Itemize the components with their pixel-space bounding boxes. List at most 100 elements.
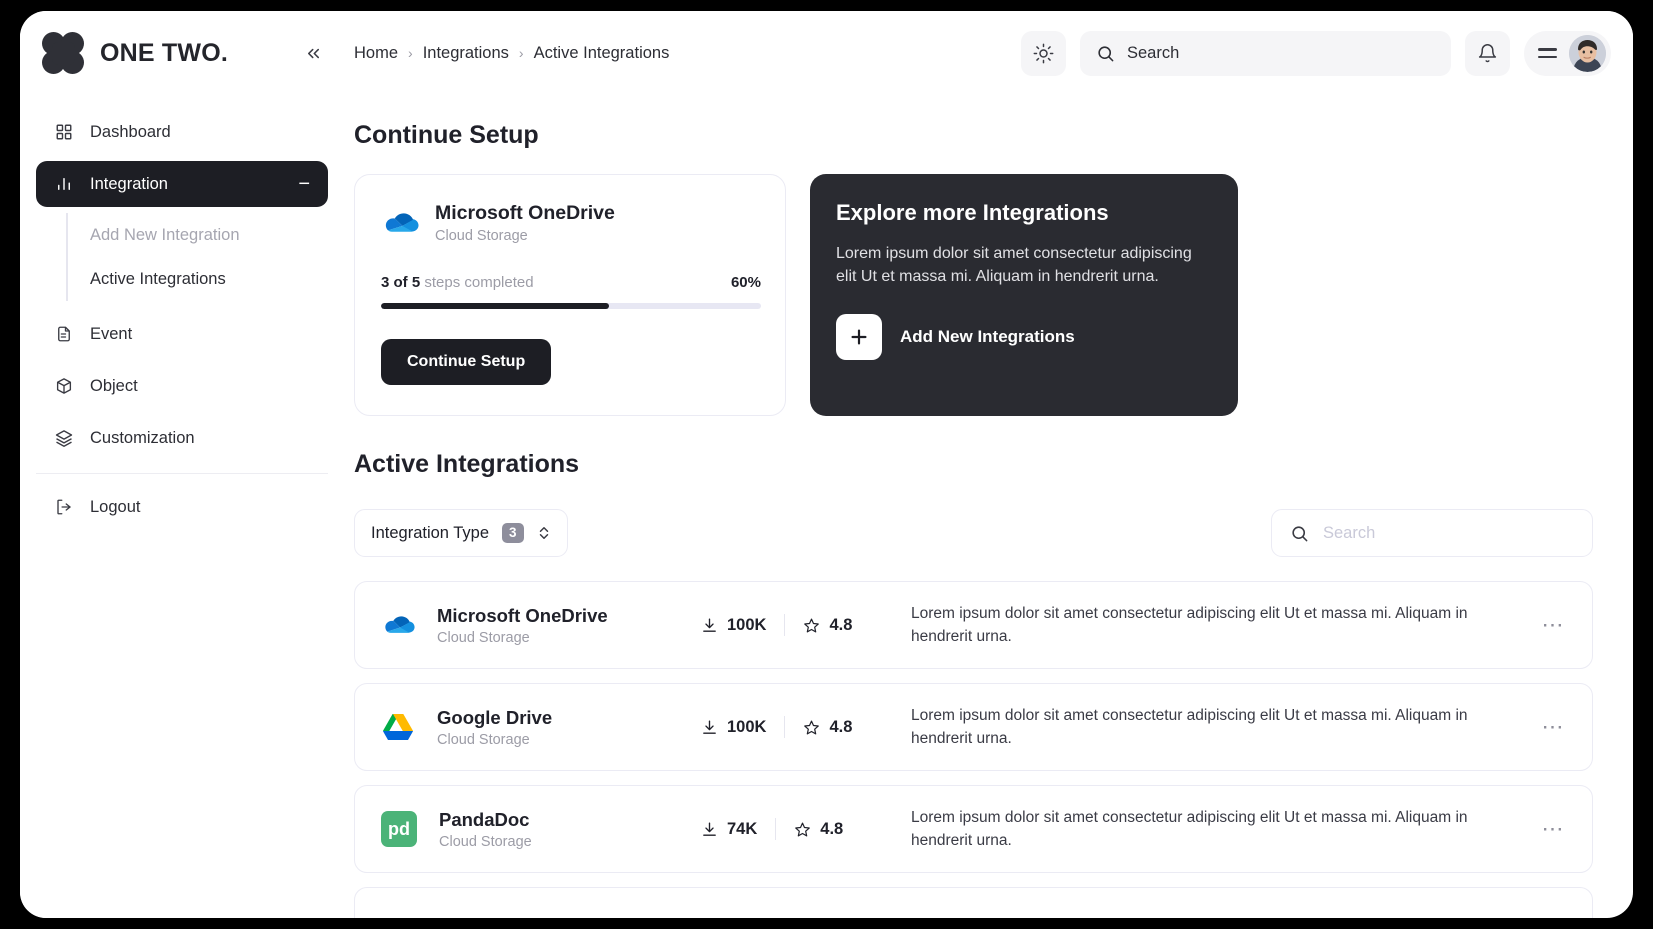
sidebar: Dashboard Integration − Add New Integrat… — [20, 95, 344, 918]
sidebar-subitem-label: Active Integrations — [90, 269, 226, 288]
rating-stat: 4.8 — [803, 718, 852, 737]
top-bar-right: Home › Integrations › Active Integration… — [344, 30, 1633, 76]
breadcrumb-item-active-integrations[interactable]: Active Integrations — [534, 44, 670, 63]
integration-type-count-badge: 3 — [502, 523, 524, 543]
download-icon — [701, 821, 718, 838]
logout-icon — [54, 497, 74, 517]
explore-integrations-card: Explore more Integrations Lorem ipsum do… — [810, 174, 1238, 416]
global-search[interactable] — [1080, 30, 1451, 76]
sidebar-item-label: Logout — [90, 497, 141, 516]
onedrive-icon — [381, 204, 419, 242]
clover-logo-icon — [42, 32, 84, 74]
bar-chart-icon — [54, 174, 74, 194]
sidebar-item-customization[interactable]: Customization — [36, 415, 328, 461]
integration-search-input[interactable] — [1323, 523, 1574, 543]
sidebar-item-integration[interactable]: Integration − — [36, 161, 328, 207]
row-stats: 100K 4.8 — [701, 716, 911, 738]
table-row[interactable]: pd PandaDoc Cloud Storage 74K 4.8 Lorem … — [354, 785, 1593, 873]
brand-name: ONE TWO. — [100, 38, 228, 67]
rating-value: 4.8 — [820, 819, 844, 838]
downloads-stat: 74K — [701, 820, 757, 839]
sun-icon[interactable] — [1021, 30, 1066, 76]
search-input[interactable] — [1127, 43, 1435, 63]
download-icon — [701, 617, 718, 634]
sidebar-item-label: Event — [90, 324, 133, 343]
top-cards-row: Microsoft OneDrive Cloud Storage 3 of 5 … — [354, 174, 1593, 416]
row-app-name: Google Drive — [437, 707, 553, 729]
continue-setup-button[interactable]: Continue Setup — [381, 339, 552, 386]
row-app-category: Cloud Storage — [439, 833, 532, 850]
row-app-name: Microsoft OneDrive — [437, 605, 608, 627]
sidebar-item-object[interactable]: Object — [36, 363, 328, 409]
row-description: Lorem ipsum dolor sit amet consectetur a… — [911, 706, 1468, 747]
setup-steps-count: 3 of 5 — [381, 274, 421, 292]
explore-description: Lorem ipsum dolor sit amet consectetur a… — [836, 245, 1192, 286]
stat-divider — [784, 716, 786, 738]
row-description: Lorem ipsum dolor sit amet consectetur a… — [911, 808, 1468, 849]
google-drive-icon — [381, 710, 415, 744]
table-row[interactable]: Microsoft OneDrive Cloud Storage 100K 4.… — [354, 581, 1593, 669]
star-icon — [794, 821, 811, 838]
setup-steps-text: 3 of 5 steps completed — [381, 274, 534, 291]
rating-stat: 4.8 — [803, 616, 852, 635]
stat-divider — [775, 818, 777, 840]
top-bar-tools — [1021, 30, 1611, 76]
download-icon — [701, 719, 718, 736]
downloads-stat: 100K — [701, 718, 766, 737]
cube-icon — [54, 376, 74, 396]
more-horizontal-icon[interactable]: ⋯ — [1536, 608, 1570, 642]
row-app-category: Cloud Storage — [437, 731, 530, 748]
sidebar-subitem-add-new-integration[interactable]: Add New Integration — [90, 213, 328, 257]
top-bar: ONE TWO. Home › Integrations › Active In… — [20, 11, 1633, 95]
sidebar-subitem-label: Add New Integration — [90, 225, 240, 244]
collapse-section-icon[interactable]: − — [298, 174, 310, 194]
app-window: ONE TWO. Home › Integrations › Active In… — [20, 11, 1633, 918]
user-menu[interactable] — [1524, 30, 1611, 76]
page-title: Continue Setup — [354, 121, 539, 149]
setup-card-app: Microsoft OneDrive Cloud Storage — [381, 201, 761, 244]
sidebar-item-label: Dashboard — [90, 122, 171, 141]
setup-steps-row: 3 of 5 steps completed 60% — [381, 274, 761, 291]
sidebar-subitem-active-integrations[interactable]: Active Integrations — [90, 257, 328, 301]
continue-setup-card: Microsoft OneDrive Cloud Storage 3 of 5 … — [354, 174, 786, 416]
table-row[interactable]: Google Drive Cloud Storage 100K 4.8 Lore… — [354, 683, 1593, 771]
bell-icon[interactable] — [1465, 30, 1510, 76]
breadcrumb-item-integrations[interactable]: Integrations — [423, 44, 509, 63]
breadcrumb-separator: › — [518, 45, 524, 61]
body-area: Dashboard Integration − Add New Integrat… — [20, 95, 1633, 918]
row-description: Lorem ipsum dolor sit amet consectetur a… — [911, 604, 1468, 645]
sidebar-item-dashboard[interactable]: Dashboard — [36, 109, 328, 155]
setup-progress-bar — [381, 303, 761, 310]
brand-area: ONE TWO. — [20, 11, 344, 95]
rating-stat: 4.8 — [794, 820, 843, 839]
search-icon — [1096, 44, 1115, 63]
more-horizontal-icon[interactable]: ⋯ — [1536, 812, 1570, 846]
setup-percent-label: 60% — [730, 274, 761, 292]
active-integrations-title: Active Integrations — [354, 450, 580, 478]
sidebar-item-logout[interactable]: Logout — [36, 484, 328, 530]
setup-progress-fill — [381, 303, 609, 310]
breadcrumb-separator: › — [408, 45, 413, 61]
plus-icon — [836, 314, 882, 361]
downloads-value: 100K — [727, 615, 767, 634]
sidebar-divider — [36, 473, 328, 474]
search-icon — [1290, 524, 1309, 543]
pandadoc-icon: pd — [381, 811, 417, 847]
breadcrumb-item-home[interactable]: Home — [354, 44, 398, 63]
more-horizontal-icon[interactable]: ⋯ — [1536, 710, 1570, 744]
sidebar-item-event[interactable]: Event — [36, 311, 328, 357]
integration-type-select[interactable]: Integration Type 3 — [354, 509, 568, 557]
add-new-integrations-button[interactable]: Add New Integrations — [836, 314, 1210, 361]
avatar[interactable] — [1569, 34, 1606, 72]
document-icon — [54, 324, 74, 344]
sidebar-item-label: Integration — [90, 174, 168, 193]
downloads-stat: 100K — [701, 616, 766, 635]
sidebar-subnav: Add New Integration Active Integrations — [66, 213, 328, 301]
table-row[interactable] — [354, 887, 1593, 918]
chevrons-left-icon[interactable] — [298, 38, 328, 68]
grid-icon — [54, 122, 74, 142]
integration-list-search[interactable] — [1271, 509, 1593, 557]
row-app-name: PandaDoc — [439, 809, 530, 831]
star-icon — [803, 719, 820, 736]
hamburger-icon[interactable] — [1538, 48, 1557, 58]
